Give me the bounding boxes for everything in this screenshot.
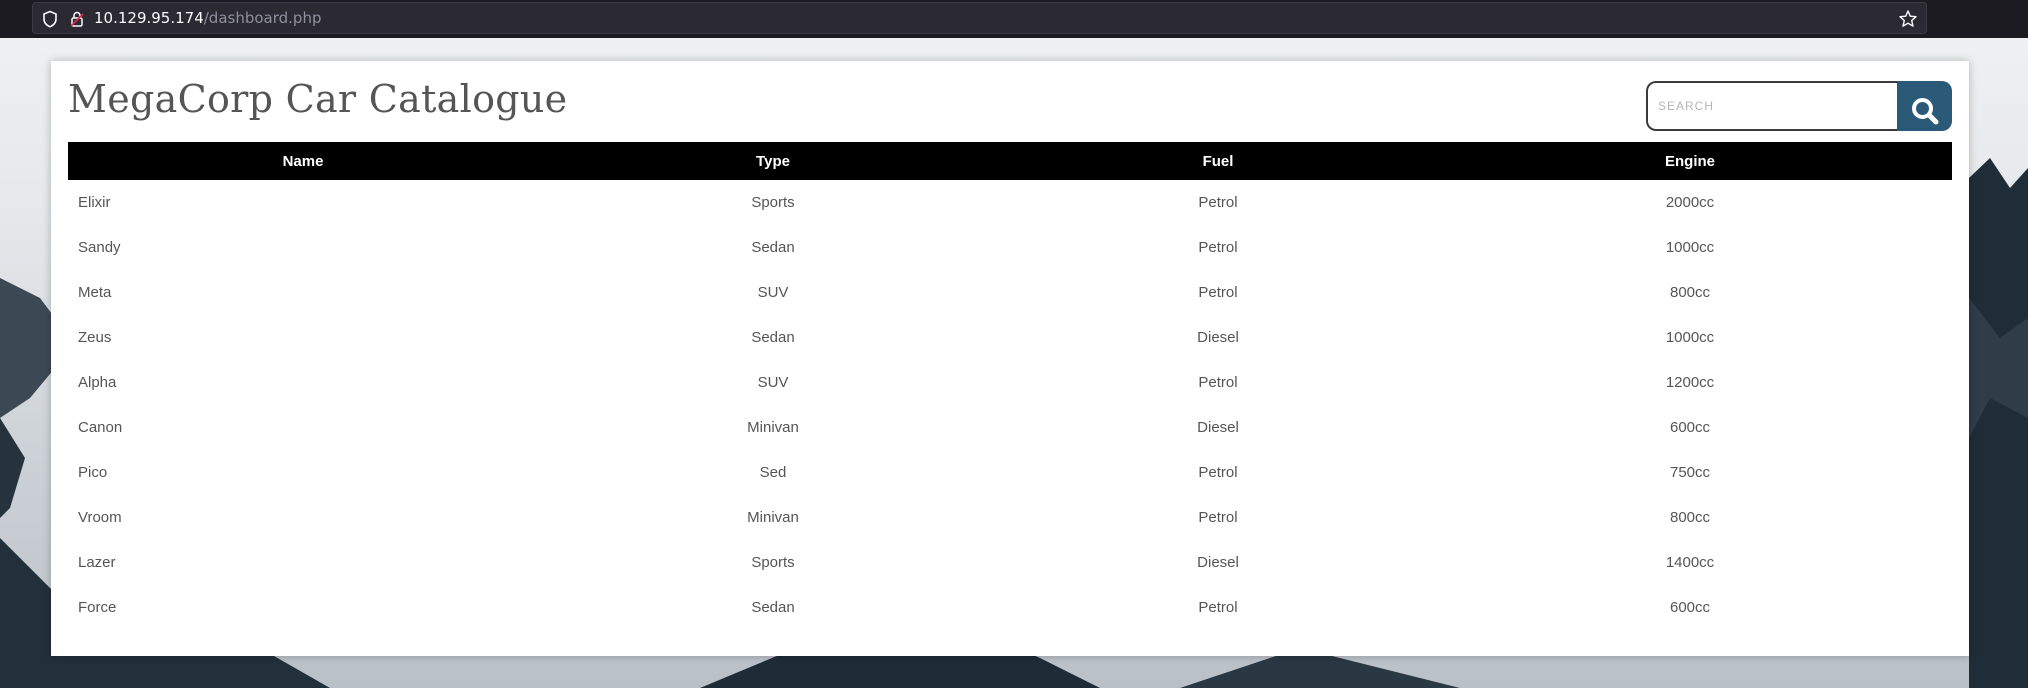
table-header: Name Type Fuel Engine [68,142,1952,180]
url-host: 10.129.95.174 [94,9,204,27]
cell-fuel: Diesel [1197,554,1239,571]
cell-type: Sedan [751,239,795,256]
column-header-fuel: Fuel [1202,152,1234,170]
cell-type: Sports [751,194,795,211]
cell-engine: 750cc [1669,464,1711,481]
browser-toolbar: 10.129.95.174/dashboard.php [0,0,2028,38]
search-form [1646,81,1952,131]
cell-type: Sed [759,464,787,481]
url-path: /dashboard.php [203,9,322,27]
table-row: Force Sedan Petrol 600cc [68,585,1952,630]
cell-engine: 600cc [1669,599,1711,616]
cell-engine: 800cc [1669,284,1711,301]
cell-type: Minivan [747,419,799,436]
table-row: Canon Minivan Diesel 600cc [68,405,1952,450]
cell-engine: 600cc [1669,419,1711,436]
table-row: Lazer Sports Diesel 1400cc [68,540,1952,585]
cell-type: Sports [751,554,795,571]
cell-name: Lazer [78,554,116,571]
cell-name: Meta [78,284,112,301]
cell-name: Elixir [78,194,111,211]
column-header-type: Type [756,152,790,170]
cell-name: Sandy [78,239,121,256]
cell-fuel: Diesel [1197,419,1239,436]
table-row: Meta SUV Petrol 800cc [68,270,1952,315]
cell-engine: 2000cc [1665,194,1715,211]
cell-fuel: Diesel [1197,329,1239,346]
shield-icon[interactable] [42,10,58,28]
cell-fuel: Petrol [1198,284,1238,301]
cell-type: SUV [757,374,789,391]
cell-fuel: Petrol [1198,374,1238,391]
cell-engine: 1000cc [1665,239,1715,256]
cell-type: Sedan [751,599,795,616]
table-row: Elixir Sports Petrol 2000cc [68,180,1952,225]
cell-name: Alpha [78,374,117,391]
search-icon [1911,98,1938,125]
table-row: Pico Sed Petrol 750cc [68,450,1952,495]
table-header-row: Name Type Fuel Engine [68,142,1952,180]
cell-fuel: Petrol [1198,464,1238,481]
search-input[interactable] [1646,81,1898,131]
cell-engine: 800cc [1669,509,1711,526]
cell-name: Zeus [78,329,112,346]
cell-name: Canon [78,419,123,436]
cell-fuel: Petrol [1198,239,1238,256]
url-text[interactable]: 10.129.95.174/dashboard.php [94,9,321,27]
cell-type: SUV [757,284,789,301]
cell-fuel: Petrol [1198,509,1238,526]
table-row: Sandy Sedan Petrol 1000cc [68,225,1952,270]
cell-name: Pico [78,464,108,481]
car-table: Name Type Fuel Engine Elixir Sports Petr… [68,142,1952,630]
cell-type: Sedan [751,329,795,346]
cell-engine: 1200cc [1665,374,1715,391]
catalogue-card: MegaCorp Car Catalogue Name Type Fuel En… [51,61,1969,656]
table-row: Alpha SUV Petrol 1200cc [68,360,1952,405]
lock-icon[interactable] [69,10,85,28]
search-button[interactable] [1897,81,1952,131]
cell-engine: 1000cc [1665,329,1715,346]
cell-name: Force [78,599,117,616]
column-header-engine: Engine [1664,152,1715,170]
table-body: Elixir Sports Petrol 2000cc Sandy Sedan … [68,180,1952,630]
column-header-name: Name [282,152,324,170]
table-row: Zeus Sedan Diesel 1000cc [68,315,1952,360]
cell-name: Vroom [78,509,122,526]
cell-fuel: Petrol [1198,599,1238,616]
table-row: Vroom Minivan Petrol 800cc [68,495,1952,540]
star-icon[interactable] [1898,9,1918,29]
page-title: MegaCorp Car Catalogue [68,77,568,121]
cell-type: Minivan [747,509,799,526]
cell-fuel: Petrol [1198,194,1238,211]
cell-engine: 1400cc [1665,554,1715,571]
address-bar[interactable]: 10.129.95.174/dashboard.php [32,2,1927,34]
